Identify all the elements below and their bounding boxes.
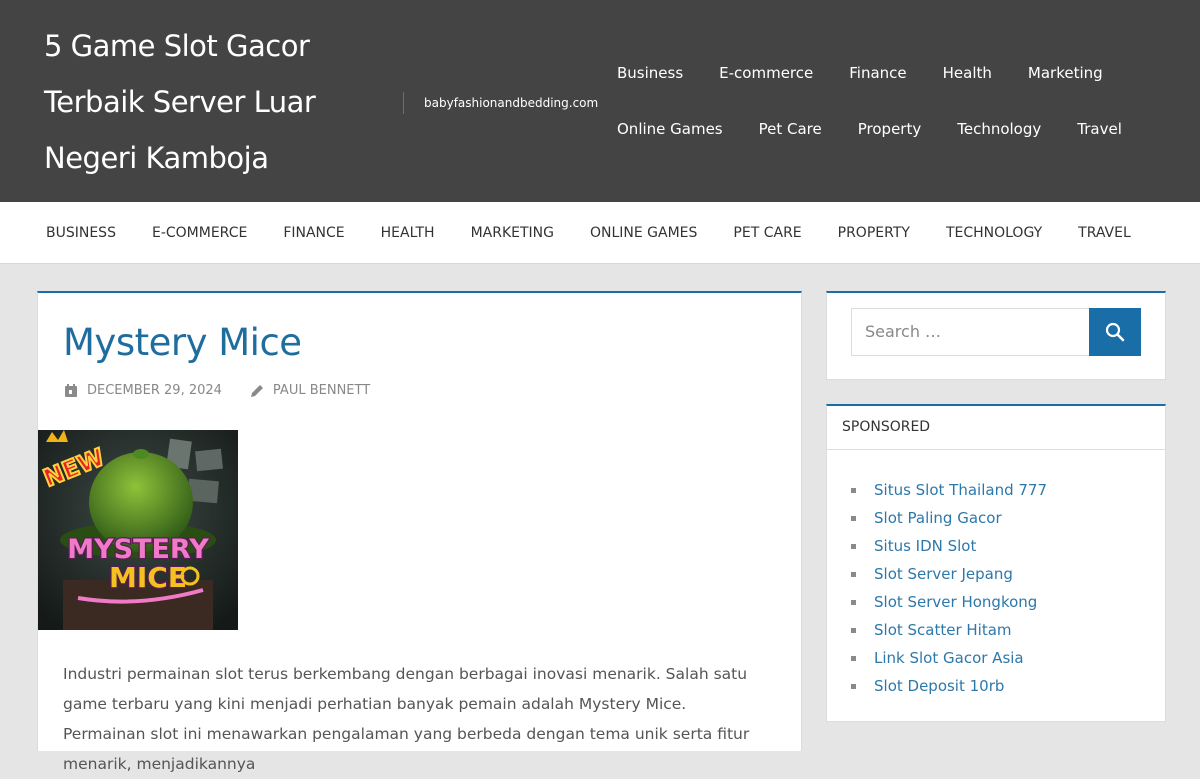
search-input[interactable]: Search … [851,308,1090,356]
sponsored-link-label[interactable]: Slot Server Jepang [874,560,1013,588]
sponsored-link[interactable]: Slot Deposit 10rb [851,672,1165,700]
sponsored-link-label[interactable]: Slot Paling Gacor [874,504,1002,532]
search-button[interactable] [1089,308,1141,356]
main-nav-business[interactable]: Business [28,202,134,264]
header-nav-ecommerce[interactable]: E-commerce [719,45,813,101]
sponsored-link-label[interactable]: Slot Scatter Hitam [874,616,1012,644]
main-nav-finance[interactable]: Finance [265,202,362,264]
bullet-icon [851,487,856,493]
site-header: 5 Game Slot Gacor Terbaik Server Luar Ne… [0,0,1200,202]
main-nav-online-games[interactable]: Online Games [572,202,715,264]
search-widget: Search … [826,291,1166,380]
sponsored-link-label[interactable]: Slot Deposit 10rb [874,672,1004,700]
header-navigation: Business E-commerce Finance Health Marke… [617,45,1177,157]
site-description: babyfashionandbedding.com [424,96,599,110]
header-nav-technology[interactable]: Technology [957,101,1041,157]
sponsored-link[interactable]: Link Slot Gacor Asia [851,644,1165,672]
main-nav-travel[interactable]: Travel [1060,202,1149,264]
sponsored-widget: Sponsored Situs Slot Thailand 777 Slot P… [826,404,1166,722]
post-author[interactable]: Paul Bennett [273,383,370,398]
bullet-icon [851,627,856,633]
sponsored-title: Sponsored [827,406,1165,450]
post-title[interactable]: Mystery Mice [63,321,302,364]
main-nav-property[interactable]: Property [820,202,928,264]
header-nav-travel[interactable]: Travel [1077,101,1122,157]
pencil-icon [250,384,263,397]
calendar-icon [65,383,77,397]
main-nav-pet-care[interactable]: Pet Care [715,202,819,264]
sponsored-link[interactable]: Situs Slot Thailand 777 [851,476,1165,504]
header-nav-health[interactable]: Health [943,45,992,101]
bullet-icon [851,683,856,689]
bullet-icon [851,543,856,549]
site-title[interactable]: 5 Game Slot Gacor Terbaik Server Luar Ne… [44,18,374,186]
post-article: Mystery Mice December 29, 2024 Paul Benn… [37,291,802,773]
sponsored-link[interactable]: Slot Server Jepang [851,560,1165,588]
header-nav-finance[interactable]: Finance [849,45,906,101]
title-divider [403,92,404,114]
sponsored-link[interactable]: Slot Paling Gacor [851,504,1165,532]
sponsored-link-label[interactable]: Link Slot Gacor Asia [874,644,1024,672]
logo-mice-text: MICE [109,561,187,594]
bullet-icon [851,515,856,521]
sponsored-link-label[interactable]: Slot Server Hongkong [874,588,1037,616]
featured-image[interactable]: NEW MYSTERY MICE [38,430,238,630]
sponsored-list: Situs Slot Thailand 777 Slot Paling Gaco… [827,450,1165,700]
bullet-icon [851,571,856,577]
post-excerpt: Industri permainan slot terus berkembang… [63,665,750,773]
main-nav-ecommerce[interactable]: E-commerce [134,202,265,264]
header-nav-marketing[interactable]: Marketing [1028,45,1103,101]
sponsored-link[interactable]: Situs IDN Slot [851,532,1165,560]
bullet-icon [851,599,856,605]
sponsored-link-label[interactable]: Situs Slot Thailand 777 [874,476,1047,504]
sponsored-link[interactable]: Slot Server Hongkong [851,588,1165,616]
site-title-link[interactable]: 5 Game Slot Gacor Terbaik Server Luar Ne… [44,29,316,175]
post-meta: December 29, 2024 Paul Bennett [64,383,370,398]
main-nav-health[interactable]: Health [363,202,453,264]
main-navigation: Business E-commerce Finance Health Marke… [0,202,1200,264]
search-icon [1105,322,1125,342]
sponsored-link[interactable]: Slot Scatter Hitam [851,616,1165,644]
header-nav-online-games[interactable]: Online Games [617,101,723,157]
header-nav-business[interactable]: Business [617,45,683,101]
header-nav-property[interactable]: Property [858,101,921,157]
main-nav-technology[interactable]: Technology [928,202,1060,264]
mystery-mice-artwork: NEW MYSTERY MICE [38,430,238,630]
header-nav-pet-care[interactable]: Pet Care [759,101,822,157]
post-date[interactable]: December 29, 2024 [87,383,222,398]
bullet-icon [851,655,856,661]
main-nav-marketing[interactable]: Marketing [453,202,572,264]
sponsored-link-label[interactable]: Situs IDN Slot [874,532,976,560]
